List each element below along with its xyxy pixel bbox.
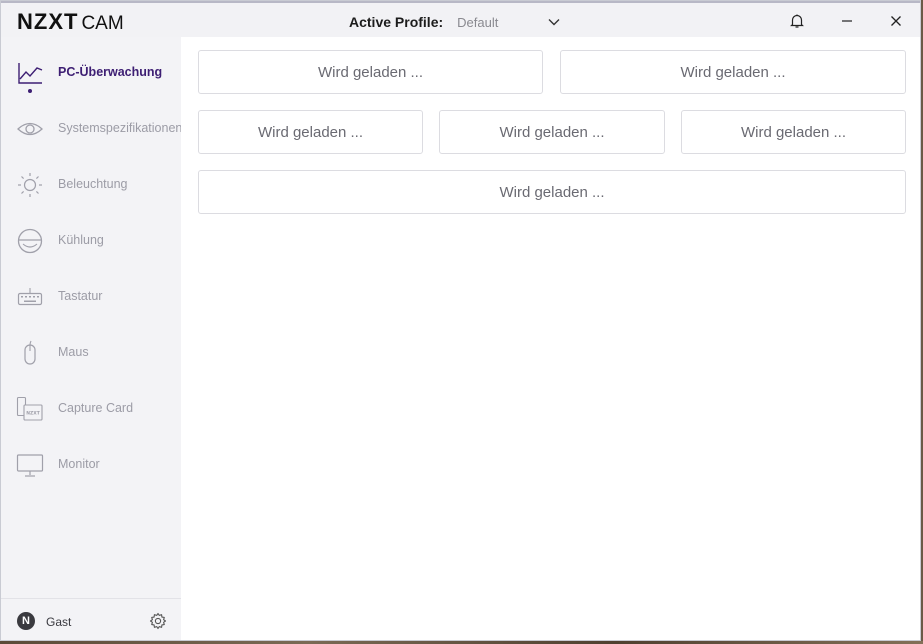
sidebar-item-label: Tastatur (58, 289, 103, 303)
sidebar-item-label: Kühlung (58, 233, 104, 247)
keyboard-icon (16, 283, 44, 311)
sidebar-item-label: Beleuchtung (58, 177, 128, 191)
app-logo: NZXT CAM (17, 9, 124, 35)
avatar[interactable]: N (17, 612, 35, 630)
active-indicator (28, 89, 32, 93)
sidebar-item-label: Monitor (58, 457, 100, 471)
sidebar-item-lighting[interactable]: Beleuchtung (1, 163, 181, 207)
sidebar-item-monitor[interactable]: Monitor (1, 443, 181, 487)
loading-card: Wird geladen ... (198, 170, 906, 214)
sidebar-item-system-specs[interactable]: Systemspezifikationen (1, 107, 183, 151)
chevron-down-icon[interactable] (547, 15, 561, 29)
loading-card: Wird geladen ... (439, 110, 665, 154)
minimize-icon (842, 20, 852, 22)
close-icon (891, 16, 901, 26)
sidebar-item-label: PC-Überwachung (58, 65, 163, 79)
logo-brand: NZXT (17, 9, 79, 34)
loading-card: Wird geladen ... (560, 50, 906, 94)
title-bar: NZXT CAM Active Profile: Default (1, 1, 920, 37)
loading-card: Wird geladen ... (681, 110, 906, 154)
logo-product: CAM (81, 13, 124, 34)
monitor-icon (16, 451, 44, 479)
eye-icon (16, 115, 44, 143)
close-button[interactable] (884, 9, 908, 33)
main-content: Wird geladen ... Wird geladen ... Wird g… (181, 37, 920, 640)
sidebar-item-label: Capture Card (58, 401, 134, 415)
mouse-icon (16, 339, 44, 367)
sidebar: PC-Überwachung Systemspezifikationen Bel… (1, 37, 183, 640)
profile-value[interactable]: Default (457, 15, 541, 30)
sidebar-footer: N Gast (1, 598, 181, 640)
line-chart-icon (16, 59, 44, 87)
loading-card: Wird geladen ... (198, 110, 423, 154)
profile-label: Active Profile: (349, 14, 444, 30)
active-profile-selector[interactable]: Active Profile: Default (349, 14, 561, 30)
sun-icon (16, 171, 44, 199)
bell-icon (790, 14, 804, 28)
cooler-icon (16, 227, 44, 255)
app-window: NZXT CAM Active Profile: Default PC-Über… (0, 0, 921, 641)
loading-card: Wird geladen ... (198, 50, 543, 94)
notifications-button[interactable] (785, 9, 809, 33)
sidebar-item-label: Systemspezifikationen (58, 121, 183, 135)
svg-text:NZXT: NZXT (26, 411, 40, 417)
capture-card-icon: NZXT (16, 395, 44, 423)
sidebar-item-keyboard[interactable]: Tastatur (1, 275, 181, 319)
sidebar-item-mouse[interactable]: Maus (1, 331, 181, 375)
minimize-button[interactable] (835, 9, 859, 33)
sidebar-item-pc-monitoring[interactable]: PC-Überwachung (1, 51, 181, 95)
user-name[interactable]: Gast (46, 615, 71, 629)
sidebar-item-label: Maus (58, 345, 89, 359)
sidebar-item-capture-card[interactable]: NZXT Capture Card (1, 387, 181, 431)
gear-icon[interactable] (149, 612, 167, 630)
sidebar-item-cooling[interactable]: Kühlung (1, 219, 181, 263)
